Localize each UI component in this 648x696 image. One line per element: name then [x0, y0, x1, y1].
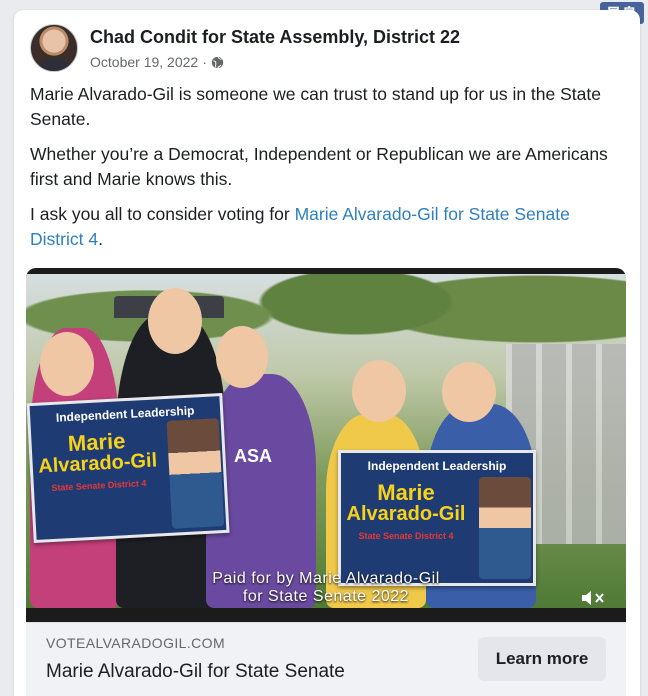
caption-line-1: Paid for by Marie Alvarado-Gil — [212, 570, 440, 587]
poster-right-photo — [479, 477, 531, 579]
tshirt-logo: ASA — [234, 446, 273, 466]
post-header: Chad Condit for State Assembly, District… — [30, 24, 460, 72]
video-frame: ASA Independent Leadership Marie Alvarad… — [26, 274, 626, 608]
post-card: Chad Condit for State Assembly, District… — [14, 10, 640, 696]
poster-right-headline: Independent Leadership — [367, 459, 507, 473]
paragraph-3-suffix: . — [98, 229, 103, 249]
paragraph-3-prefix: I ask you all to consider voting for — [30, 204, 295, 224]
caption-line-2: for State Senate 2022 — [242, 588, 410, 605]
poster-left-name-line2: Alvarado-Gil — [37, 449, 158, 478]
person-5-face — [442, 362, 496, 422]
globe-icon[interactable] — [211, 56, 224, 69]
poster-left-photo — [166, 418, 225, 529]
meta-separator: · — [202, 54, 207, 70]
post-body: Marie Alvarado-Gil is someone we can tru… — [30, 82, 626, 262]
post-paragraph-1: Marie Alvarado-Gil is someone we can tru… — [30, 84, 601, 129]
campaign-poster-right: Independent Leadership Marie Alvarado-Gi… — [338, 450, 536, 586]
post-paragraph-2: Whether you’re a Democrat, Independent o… — [30, 144, 608, 189]
person-3-face — [216, 326, 268, 388]
person-1-face — [40, 332, 94, 396]
author-avatar[interactable] — [30, 24, 78, 72]
link-title[interactable]: Marie Alvarado-Gil for State Senate — [46, 661, 345, 683]
person-4-face — [352, 360, 406, 422]
muted-speaker-icon[interactable] — [580, 588, 606, 608]
post-date[interactable]: October 19, 2022 — [90, 54, 198, 70]
link-domain: VOTEALVARADOGIL.COM — [46, 635, 226, 651]
poster-left-district: State Senate District 4 — [51, 478, 147, 494]
post-paragraph-3: I ask you all to consider voting for Mar… — [30, 202, 626, 252]
author-block: Chad Condit for State Assembly, District… — [90, 26, 460, 70]
poster-right-district: State Senate District 4 — [358, 531, 454, 542]
poster-right-name-line2: Alvarado-Gil — [346, 503, 466, 526]
video-caption: Paid for by Marie Alvarado-Gil for State… — [176, 570, 476, 606]
author-name[interactable]: Chad Condit for State Assembly, District… — [90, 26, 460, 48]
person-2-face — [148, 288, 202, 354]
poster-right-name-line1: Marie — [377, 480, 435, 505]
post-meta: October 19, 2022 · — [90, 54, 460, 70]
link-preview[interactable]: VOTEALVARADOGIL.COM Marie Alvarado-Gil f… — [26, 622, 626, 696]
video-media[interactable]: ASA Independent Leadership Marie Alvarad… — [26, 268, 626, 622]
campaign-poster-left: Independent Leadership Marie Alvarado-Gi… — [26, 392, 230, 544]
learn-more-button[interactable]: Learn more — [478, 637, 606, 681]
